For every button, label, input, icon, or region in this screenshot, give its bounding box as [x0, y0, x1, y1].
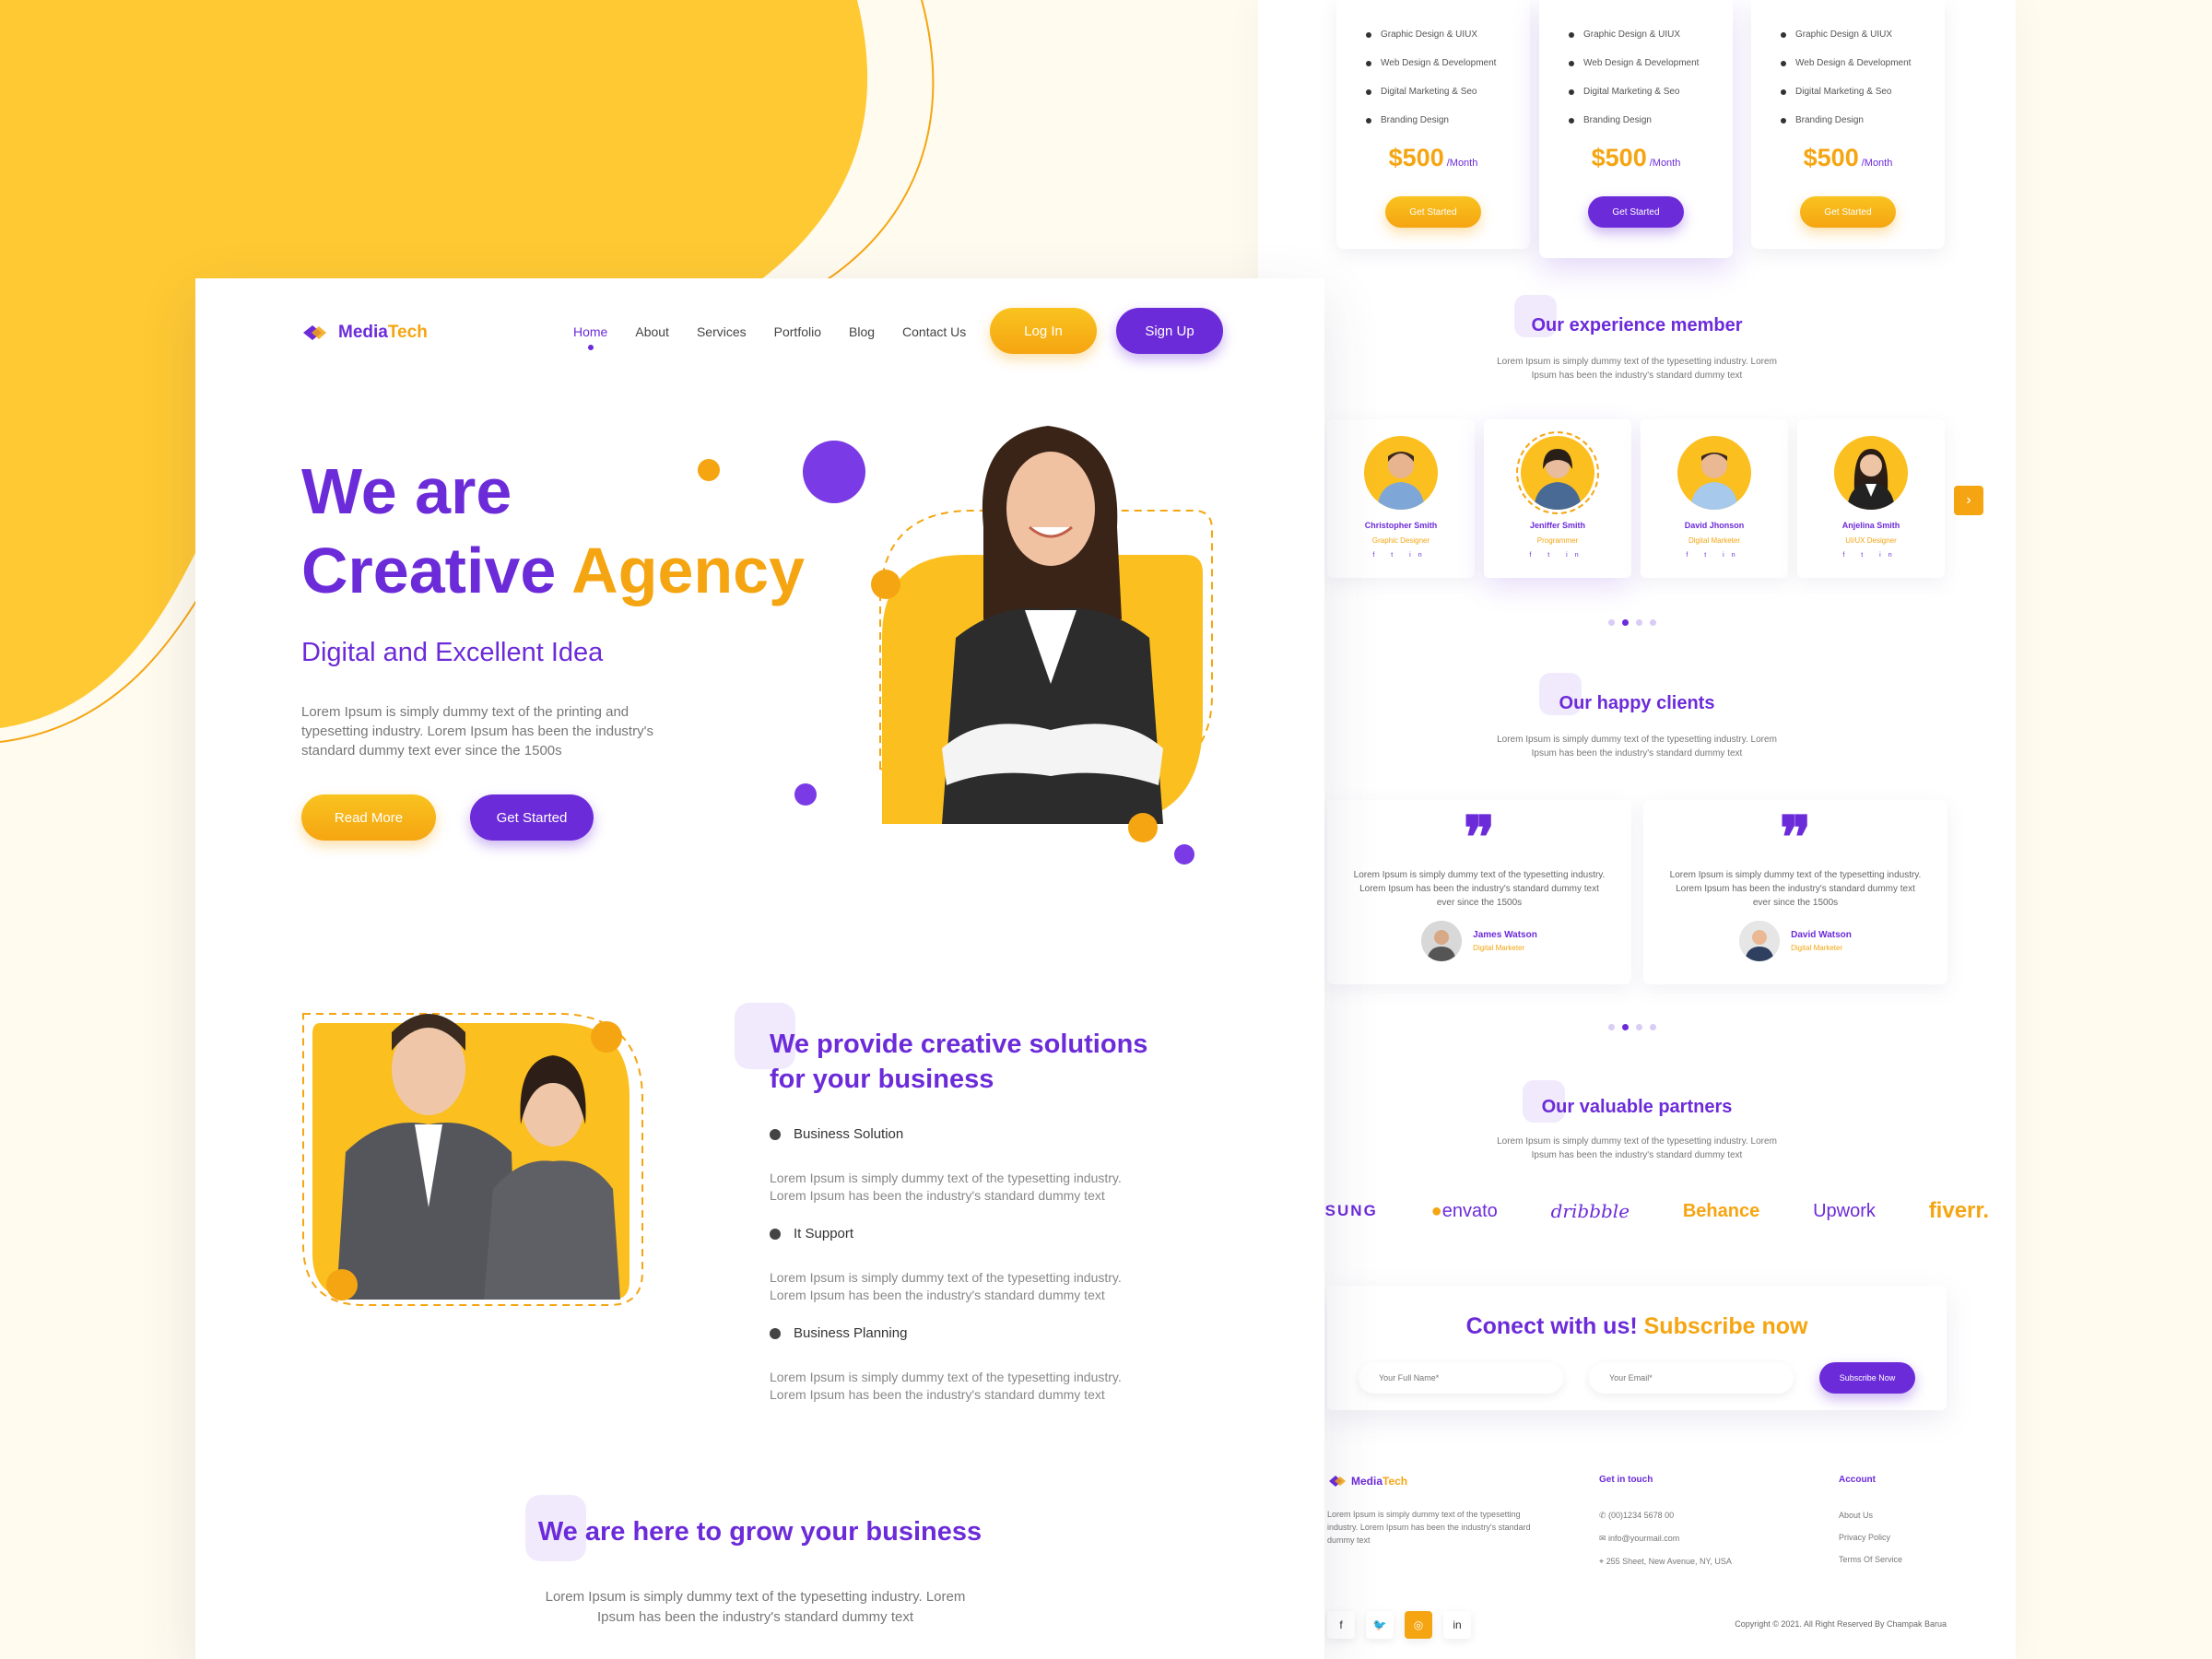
- phone-icon: ✆: [1599, 1511, 1609, 1520]
- right-page-panel: Graphic Design & UIUX Web Design & Devel…: [1249, 0, 2016, 1659]
- solution-item: Business Solution Lorem Ipsum is simply …: [770, 1126, 1122, 1203]
- partners-paragraph: Lorem Ipsum is simply dummy text of the …: [1497, 1136, 1777, 1160]
- partner-logo-upwork: Upwork: [1813, 1200, 1876, 1221]
- hero-get-started-button[interactable]: Get Started: [470, 794, 594, 841]
- social-links[interactable]: f t in: [1484, 552, 1631, 559]
- avatar: [1516, 431, 1599, 514]
- nav-about[interactable]: About: [635, 324, 669, 339]
- hero-subtitle: Digital and Excellent Idea: [301, 638, 604, 667]
- full-name-input[interactable]: [1359, 1362, 1563, 1394]
- avatar: [1834, 436, 1908, 510]
- carousel-next-arrow-icon[interactable]: ›: [1954, 486, 1983, 515]
- footer-link-privacy[interactable]: Privacy Policy: [1839, 1533, 1902, 1542]
- price-amount: $500/Month: [1803, 144, 1893, 171]
- instagram-icon[interactable]: ◎: [1405, 1611, 1432, 1639]
- linkedin-icon[interactable]: in: [1443, 1611, 1471, 1639]
- subscribe-button[interactable]: Subscribe Now: [1819, 1362, 1915, 1394]
- business-team-image: [302, 1013, 643, 1306]
- testimonial-card: ❞ Lorem Ipsum is simply dummy text of th…: [1327, 800, 1631, 984]
- members-paragraph: Lorem Ipsum is simply dummy text of the …: [1497, 357, 1777, 381]
- clients-section-header: Our happy clients Lorem Ipsum is simply …: [1258, 673, 2016, 760]
- hero-title: We are Creative Agency: [301, 455, 806, 606]
- partner-logo-envato: ●envato: [1430, 1200, 1498, 1221]
- footer-brand: MediaTech Lorem Ipsum is simply dummy te…: [1327, 1475, 1539, 1547]
- main-nav: Home About Services Portfolio Blog Conta…: [573, 324, 966, 339]
- get-started-button[interactable]: Get Started: [1800, 196, 1896, 228]
- footer-contact: Get in touch ✆ (00)1234 5678 00 ✉ info@y…: [1599, 1475, 1732, 1566]
- site-logo[interactable]: MediaTech: [301, 323, 428, 343]
- nav-contact[interactable]: Contact Us: [902, 324, 966, 339]
- grow-title: We are here to grow your business: [537, 1517, 982, 1547]
- signup-button[interactable]: Sign Up: [1116, 308, 1223, 354]
- get-started-button[interactable]: Get Started: [1588, 196, 1684, 228]
- members-section-header: Our experience member Lorem Ipsum is sim…: [1258, 295, 2016, 382]
- clients-title: Our happy clients: [1559, 693, 1715, 713]
- avatar: [1739, 921, 1781, 961]
- get-started-button[interactable]: Get Started: [1385, 196, 1481, 228]
- pricing-card: Graphic Design & UIUX Web Design & Devel…: [1751, 0, 1945, 249]
- hero-woman-image: [871, 426, 1213, 865]
- carousel-dots[interactable]: [1608, 1024, 1656, 1030]
- partner-logo-behance: Behance: [1682, 1200, 1760, 1221]
- social-links[interactable]: f t in: [1797, 552, 1945, 559]
- twitter-icon[interactable]: 🐦: [1366, 1611, 1394, 1639]
- login-button[interactable]: Log In: [990, 308, 1097, 354]
- price-amount: $500/Month: [1388, 144, 1478, 171]
- footer-link-terms[interactable]: Terms Of Service: [1839, 1555, 1902, 1564]
- copyright-text: Copyright © 2021. All Right Reserved By …: [1735, 1619, 1947, 1629]
- mail-icon: ✉: [1599, 1534, 1609, 1543]
- read-more-button[interactable]: Read More: [301, 794, 436, 841]
- pricing-card-featured: Graphic Design & UIUX Web Design & Devel…: [1539, 0, 1733, 258]
- logo-icon: [1329, 1476, 1346, 1487]
- nav-home[interactable]: Home: [573, 324, 607, 339]
- price-amount: $500/Month: [1591, 144, 1681, 171]
- footer-logo[interactable]: MediaTech: [1327, 1475, 1539, 1488]
- left-page-panel: MediaTech Home About Services Portfolio …: [195, 278, 1324, 1659]
- solutions-title: We provide creative solutions for your b…: [770, 1030, 1148, 1094]
- quote-icon: ❞: [1463, 804, 1496, 873]
- facebook-icon[interactable]: f: [1327, 1611, 1355, 1639]
- members-title: Our experience member: [1531, 315, 1743, 335]
- avatar: [1677, 436, 1751, 510]
- social-links[interactable]: f t in: [1641, 552, 1788, 559]
- partner-logo-dribbble: dribbble: [1550, 1200, 1630, 1222]
- hero-paragraph: Lorem Ipsum is simply dummy text of the …: [301, 704, 653, 759]
- footer-account: Account About Us Privacy Policy Terms Of…: [1839, 1475, 1903, 1564]
- clients-paragraph: Lorem Ipsum is simply dummy text of the …: [1497, 735, 1777, 759]
- partner-logo-fiverr: fiverr.: [1928, 1198, 1990, 1223]
- member-card[interactable]: Jeniffer Smith Programmer f t in: [1484, 419, 1631, 578]
- avatar: [1364, 436, 1438, 510]
- avatar: [1421, 921, 1463, 961]
- nav-portfolio[interactable]: Portfolio: [774, 324, 821, 339]
- testimonial-card: ❞ Lorem Ipsum is simply dummy text of th…: [1643, 800, 1947, 984]
- pricing-card: Graphic Design & UIUX Web Design & Devel…: [1336, 0, 1530, 249]
- subscribe-title: Conect with us! Subscribe now: [1465, 1313, 1808, 1339]
- footer-link-about[interactable]: About Us: [1839, 1511, 1902, 1520]
- grow-paragraph: Lorem Ipsum is simply dummy text of the …: [545, 1589, 966, 1625]
- logo-icon: [303, 325, 326, 340]
- partners-section-header: Our valuable partners Lorem Ipsum is sim…: [1258, 1080, 2016, 1162]
- carousel-dots[interactable]: [1608, 619, 1656, 626]
- partners-title: Our valuable partners: [1541, 1097, 1733, 1117]
- social-links[interactable]: f t in: [1327, 552, 1475, 559]
- footer-social-icons: f 🐦 ◎ in: [1327, 1611, 1471, 1639]
- member-card[interactable]: Anjelina Smith UI/UX Designer f t in: [1797, 419, 1945, 578]
- location-icon: ⌖: [1599, 1557, 1606, 1566]
- member-card[interactable]: Christopher Smith Graphic Designer f t i…: [1327, 419, 1475, 578]
- subscribe-box: Conect with us! Subscribe now Subscribe …: [1327, 1286, 1947, 1410]
- solution-item: Business Planning Lorem Ipsum is simply …: [770, 1325, 1122, 1402]
- nav-blog[interactable]: Blog: [849, 324, 875, 339]
- partner-logos: SAMSUNG ●envato dribbble Behance Upwork …: [1258, 1198, 2016, 1224]
- decor-circle: [698, 459, 720, 481]
- nav-services[interactable]: Services: [697, 324, 747, 339]
- decor-circle: [794, 783, 817, 806]
- solution-item: It Support Lorem Ipsum is simply dummy t…: [770, 1226, 1122, 1302]
- email-input[interactable]: [1589, 1362, 1794, 1394]
- member-card[interactable]: David Jhonson Digital Marketer f t in: [1641, 419, 1788, 578]
- quote-icon: ❞: [1779, 804, 1812, 873]
